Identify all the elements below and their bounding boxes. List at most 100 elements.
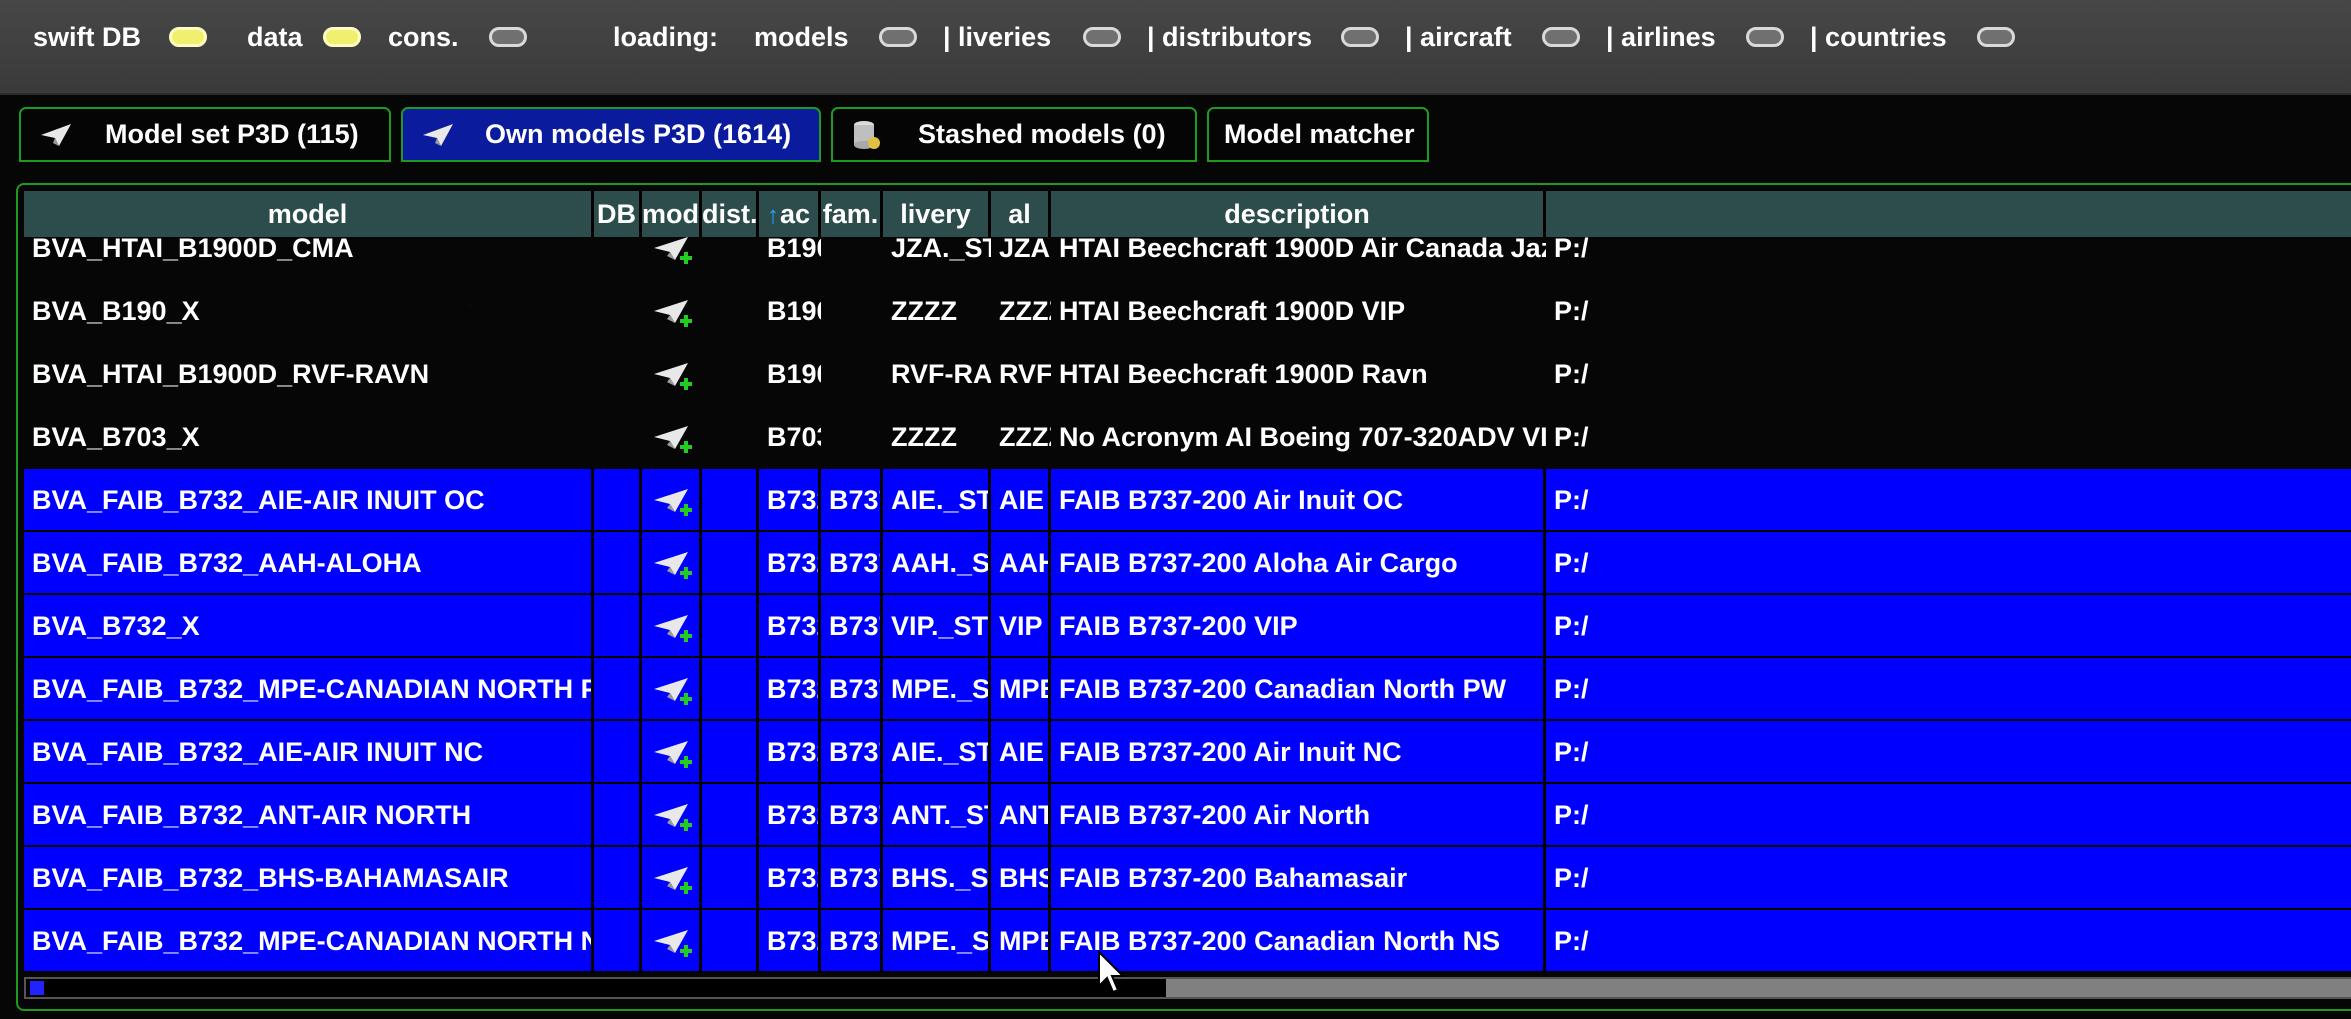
table-row[interactable]: BVA_HTAI_B1900D_RVF-RAVN B190 RVF-RAVN RVF H… <box>24 343 2351 406</box>
tab-own-models[interactable]: Own models P3D (1614) <box>401 107 821 162</box>
horizontal-scrollbar[interactable] <box>24 977 2351 999</box>
cell-description: HTAI Beechcraft 1900D VIP <box>1059 296 1406 326</box>
cell-fam: B737 <box>821 532 883 595</box>
loading-countries-indicator-icon <box>1977 27 2015 47</box>
loading-airlines-label: | airlines <box>1606 22 1716 52</box>
column-header-label: dist. <box>702 199 758 229</box>
cell-description: FAIB B737-200 Bahamasair <box>1051 847 1546 910</box>
cell-dist <box>702 847 759 910</box>
scrollbar-handle[interactable] <box>26 979 1166 997</box>
table-row[interactable]: BVA_FAIB_B732_ANT-AIR NORTH B732B737ANT._… <box>24 784 2351 847</box>
cell-path: P:/ <box>1554 296 1589 326</box>
column-header-dist[interactable]: dist. <box>702 191 759 237</box>
cell-mode <box>642 658 702 721</box>
cell-ac: B190 <box>767 359 821 389</box>
table-row[interactable]: BVA_FAIB_B732_AIE-AIR INUIT OCB732B737AI… <box>24 469 2351 532</box>
column-header-label: mode <box>642 199 699 229</box>
table-row[interactable]: BVA_FAIB_B732_BHS-BAHAMASAIR B732B737BHS.… <box>24 847 2351 910</box>
column-header-ac[interactable]: ↑ac <box>759 191 821 237</box>
table-row[interactable]: BVA_FAIB_B732_MPE-CANADIAN NORTH PW B732B… <box>24 658 2351 721</box>
table-row[interactable]: BVA_FAIB_B732_AIE-AIR INUIT NCB732B737AI… <box>24 721 2351 784</box>
loading-models-label: models <box>754 22 849 52</box>
cell-path: P:/ <box>1546 721 2351 784</box>
cons-indicator-icon <box>489 27 527 47</box>
cell-db <box>594 343 642 406</box>
cell-al: BHS <box>991 847 1051 910</box>
table-row[interactable]: BVA_FAIB_B732_AAH-ALOHA B732B737AAH._STDA… <box>24 532 2351 595</box>
column-header-fam[interactable]: fam. <box>821 191 883 237</box>
tab-stashed-models[interactable]: Stashed models (0) <box>831 107 1197 162</box>
cell-fam: B737 <box>821 847 883 910</box>
column-header-label: ac <box>779 199 811 229</box>
plane-add-icon <box>654 678 692 705</box>
loading-distributors-label: | distributors <box>1147 22 1313 52</box>
tab-model-set[interactable]: Model set P3D (115) <box>19 107 391 162</box>
cell-mode <box>642 343 702 406</box>
column-header-label: livery <box>900 199 971 229</box>
cell-db <box>594 658 642 721</box>
column-header-livery[interactable]: livery <box>883 191 991 237</box>
table-row[interactable]: BVA_B190_X B190 ZZZZ ZZZZ HTAI Beechcraft 19… <box>24 280 2351 343</box>
table-row[interactable]: BVA_HTAI_B1900D_CMA B190 JZA._STD JZA HTAI B… <box>24 237 2351 280</box>
cell-livery: RVF-RAVN <box>891 359 991 389</box>
plane-add-icon <box>654 615 692 642</box>
cell-mode <box>642 532 702 595</box>
loading-airlines-indicator-icon <box>1746 27 1784 47</box>
airplane-icon <box>41 124 71 146</box>
airplane-icon <box>423 124 453 146</box>
cell-description: FAIB B737-200 Air North <box>1051 784 1546 847</box>
cell-mode <box>642 910 702 973</box>
cell-description: HTAI Beechcraft 1900D Air Canada Jazz <box>1059 237 1546 263</box>
cell-dist <box>702 595 759 658</box>
cell-al: JZA <box>999 237 1051 263</box>
loading-countries-label: | countries <box>1810 22 1947 52</box>
cell-al: AAH <box>991 532 1051 595</box>
column-header-path[interactable] <box>1546 191 2351 237</box>
loading-liveries-indicator-icon <box>1083 27 1121 47</box>
cell-mode <box>642 280 702 343</box>
database-icon <box>854 121 880 149</box>
cell-ac: B732 <box>759 532 821 595</box>
cell-path: P:/ <box>1546 469 2351 532</box>
tab-model-set-label: Model set P3D (115) <box>105 119 359 149</box>
cell-db <box>594 721 642 784</box>
plane-add-icon <box>654 363 692 390</box>
cell-model: BVA_B732_X <box>24 595 594 658</box>
table-body[interactable]: BVA_HTAI_B1900D_CMA B190 JZA._STD JZA HTAI B… <box>24 237 2351 981</box>
column-header-description[interactable]: description <box>1051 191 1546 237</box>
column-header-mode[interactable]: mode <box>642 191 702 237</box>
column-header-model[interactable]: model <box>24 191 594 237</box>
column-header-al[interactable]: al <box>991 191 1051 237</box>
cell-livery: JZA._STD <box>891 237 991 263</box>
cell-path: P:/ <box>1554 359 1589 389</box>
cell-description: FAIB B737-200 VIP <box>1051 595 1546 658</box>
cell-livery: VIP._STD <box>883 595 991 658</box>
loading-aircraft-indicator-icon <box>1542 27 1580 47</box>
cell-description: HTAI Beechcraft 1900D Ravn <box>1059 359 1428 389</box>
plane-add-icon <box>654 237 692 264</box>
loading-liveries-label: | liveries <box>943 22 1052 52</box>
plane-add-icon <box>654 426 692 453</box>
cell-al: MPE <box>991 910 1051 973</box>
column-header-label: fam. <box>822 199 879 229</box>
table-row[interactable]: BVA_FAIB_B732_MPE-CANADIAN NORTH NS B732B… <box>24 910 2351 973</box>
status-swift-db-label: swift DB <box>33 22 141 52</box>
cell-path: P:/ <box>1554 422 1589 452</box>
cell-livery: MPE._STD <box>883 910 991 973</box>
column-header-db[interactable]: DB <box>594 191 642 237</box>
cell-path: P:/ <box>1546 847 2351 910</box>
loading-label: loading: <box>613 22 718 52</box>
cell-db <box>594 784 642 847</box>
cell-livery: ANT._STD <box>883 784 991 847</box>
cell-model: BVA_FAIB_B732_AAH-ALOHA <box>24 532 594 595</box>
table-row[interactable]: BVA_B703_X B703 ZZZZ ZZZZ No Acronym AI Boei… <box>24 406 2351 469</box>
status-data-label: data <box>247 22 303 52</box>
cell-description: FAIB B737-200 Air Inuit OC <box>1051 469 1546 532</box>
cell-description: FAIB B737-200 Canadian North PW <box>1051 658 1546 721</box>
table-row[interactable]: BVA_B732_X B732B737VIP._STDVIPFAIB B737-2… <box>24 595 2351 658</box>
tab-model-matcher[interactable]: Model matcher <box>1207 107 1429 162</box>
cell-ac: B190 <box>767 237 821 263</box>
cell-ac: B732 <box>759 469 821 532</box>
tab-model-matcher-label: Model matcher <box>1224 119 1415 149</box>
cell-al: VIP <box>991 595 1051 658</box>
